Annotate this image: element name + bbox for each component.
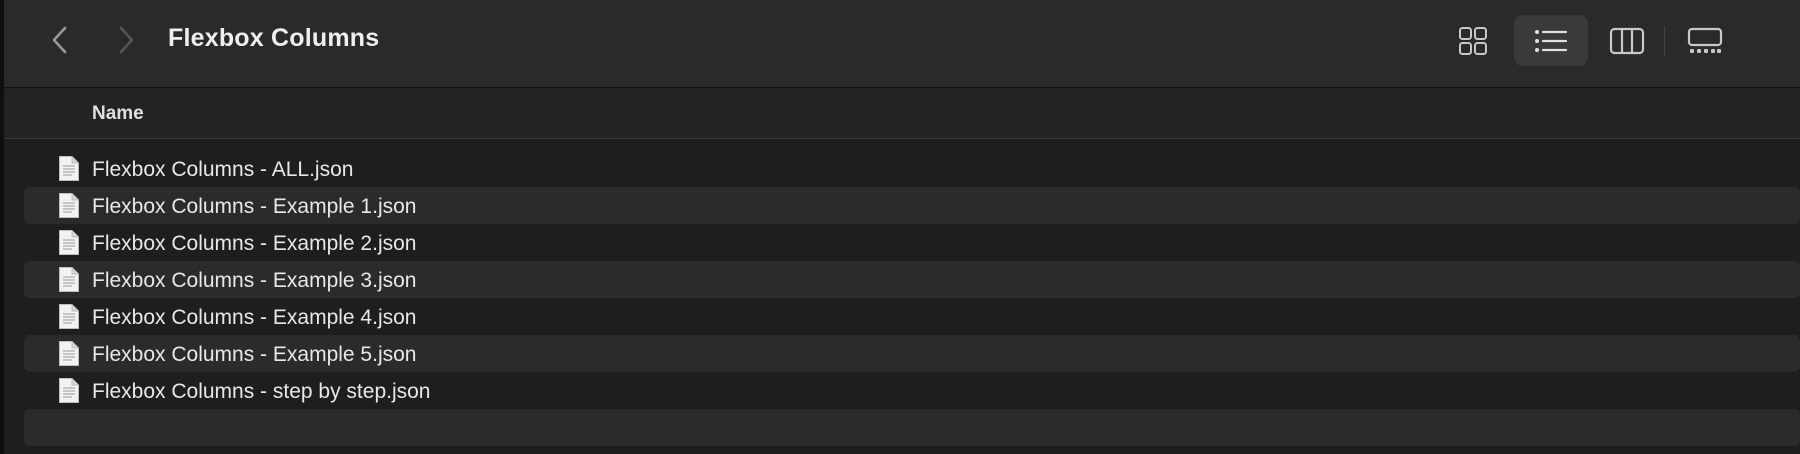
toolbar: Flexbox Columns [4,0,1800,88]
forward-button[interactable] [108,22,144,58]
document-icon [58,229,80,256]
file-row[interactable]: Flexbox Columns - Example 1.json [24,187,1800,224]
empty-row [24,409,1800,446]
document-icon [58,377,80,404]
name-column-header[interactable]: Name [92,103,144,125]
column-view-button[interactable] [1594,15,1660,66]
back-button[interactable] [42,22,78,58]
file-list: Flexbox Columns - ALL.json Flexbox Colum… [24,150,1800,446]
column-header: Name [4,89,1800,139]
file-row[interactable]: Flexbox Columns - ALL.json [24,150,1800,187]
finder-window: Flexbox Columns Name Flexbox Columns - A… [0,0,1800,454]
file-row[interactable]: Flexbox Columns - Example 3.json [24,261,1800,298]
file-name: Flexbox Columns - step by step.json [92,380,431,403]
file-name: Flexbox Columns - ALL.json [92,158,354,181]
file-name: Flexbox Columns - Example 4.json [92,306,417,329]
file-name: Flexbox Columns - Example 3.json [92,269,417,292]
icon-view-button[interactable] [1444,15,1502,66]
file-row[interactable]: Flexbox Columns - Example 2.json [24,224,1800,261]
file-name: Flexbox Columns - Example 2.json [92,232,417,255]
toolbar-divider [1664,26,1665,56]
document-icon [58,192,80,219]
document-icon [58,155,80,182]
chevron-right-icon [119,26,134,54]
file-row[interactable]: Flexbox Columns - Example 4.json [24,298,1800,335]
chevron-left-icon [52,26,67,54]
file-name: Flexbox Columns - Example 5.json [92,343,417,366]
window-title: Flexbox Columns [168,24,380,52]
gallery-icon [1687,27,1723,53]
file-row[interactable]: Flexbox Columns - step by step.json [24,372,1800,409]
grid-icon [1459,26,1487,55]
file-row[interactable]: Flexbox Columns - Example 5.json [24,335,1800,372]
document-icon [58,340,80,367]
columns-icon [1609,27,1645,54]
document-icon [58,303,80,330]
list-icon [1535,29,1568,52]
file-name: Flexbox Columns - Example 1.json [92,195,417,218]
document-icon [58,266,80,293]
list-view-button[interactable] [1514,15,1588,66]
gallery-view-button[interactable] [1670,15,1740,66]
